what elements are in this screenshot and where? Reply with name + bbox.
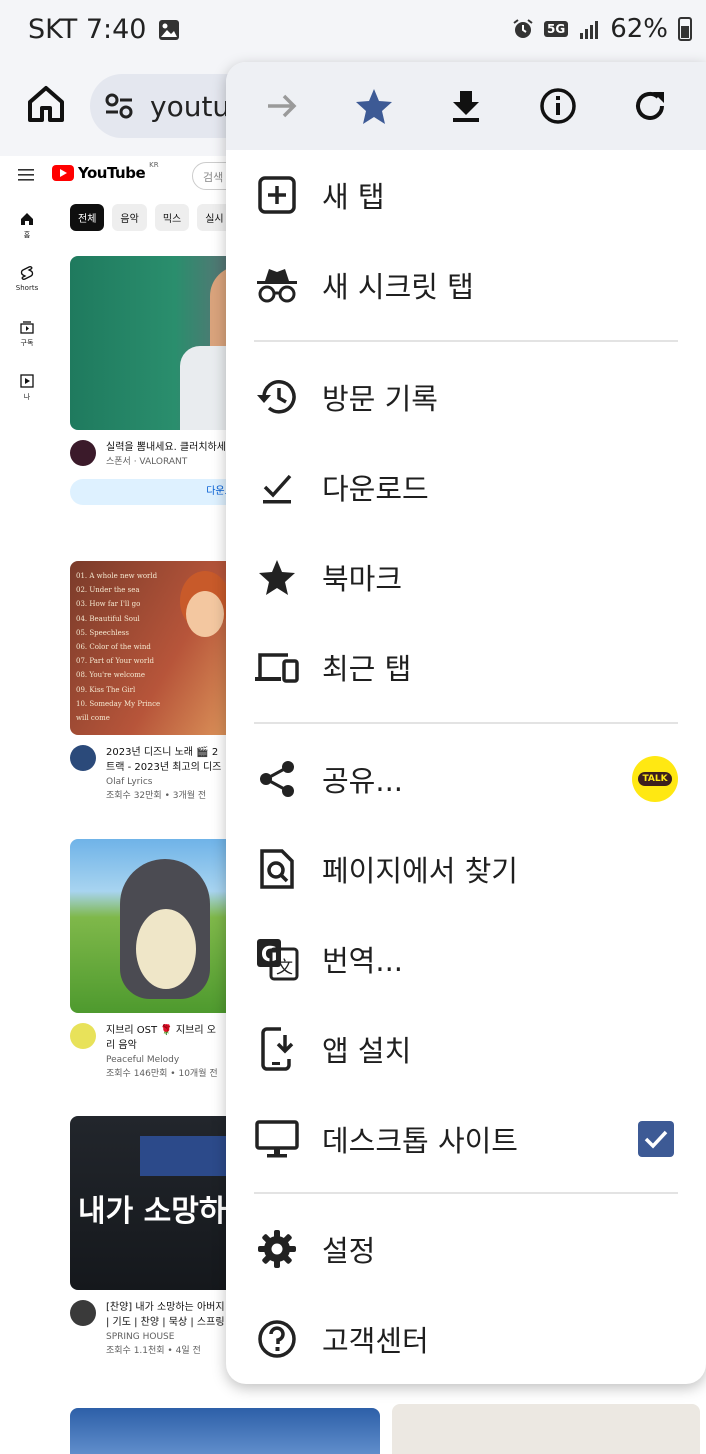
menu-item-desktop-site[interactable]: 데스크톱 사이트 — [226, 1094, 706, 1184]
rail-item-home[interactable]: 홈 — [0, 196, 54, 250]
bookmark-star-icon — [356, 89, 392, 124]
hamburger-icon[interactable] — [18, 168, 34, 182]
download-icon — [453, 91, 479, 122]
bookmark-page-button[interactable] — [350, 82, 398, 130]
youtube-logo[interactable]: YouTube KR — [52, 161, 159, 182]
filter-chips: 전체 음악 믹스 실시 — [70, 204, 232, 231]
history-icon — [254, 374, 300, 420]
reload-button[interactable] — [626, 82, 674, 130]
bookmarks-icon — [254, 554, 300, 600]
video-title[interactable]: 실력을 뽐내세요. 클러치하세요 — [106, 440, 235, 455]
menu-divider — [254, 340, 678, 342]
video-channel: 스폰서 · VALORANT — [106, 457, 188, 467]
downloads-icon — [254, 464, 300, 510]
help-icon — [254, 1316, 300, 1362]
menu-item-settings[interactable]: 설정 — [226, 1204, 706, 1294]
chip-all[interactable]: 전체 — [70, 204, 105, 231]
kakaotalk-share-icon[interactable]: TALK — [632, 756, 678, 802]
forward-icon — [268, 94, 297, 118]
menu-item-downloads[interactable]: 다운로드 — [226, 442, 706, 532]
library-icon — [20, 374, 34, 388]
rail-item-you[interactable]: 나 — [0, 358, 54, 412]
menu-divider — [254, 722, 678, 724]
battery-icon — [678, 17, 692, 41]
network-badge: 5G — [544, 21, 569, 37]
rail-item-subscriptions[interactable]: 구독 — [0, 304, 54, 358]
menu-item-help[interactable]: 고객센터 — [226, 1294, 706, 1384]
video-title[interactable]: [찬양] 내가 소망하는 아버지 — [106, 1300, 225, 1315]
menu-item-install-app[interactable]: 앱 설치 — [226, 1004, 706, 1094]
home-icon — [28, 86, 64, 122]
chip-mix[interactable]: 믹스 — [154, 204, 190, 231]
video-stats: 조회수 1.1천회 • 4일 전 — [106, 1346, 201, 1356]
video-channel: SPRING HOUSE — [106, 1332, 175, 1342]
channel-avatar[interactable] — [70, 1300, 96, 1326]
menu-item-history[interactable]: 방문 기록 — [226, 352, 706, 442]
channel-avatar[interactable] — [70, 440, 96, 466]
menu-item-find-in-page[interactable]: 페이지에서 찾기 — [226, 824, 706, 914]
battery-percent: 62% — [610, 14, 668, 44]
reload-icon — [636, 91, 664, 120]
gallery-notification-icon — [159, 19, 180, 40]
page-info-button[interactable] — [534, 82, 582, 130]
menu-item-bookmarks[interactable]: 북마크 — [226, 532, 706, 622]
video-stats: 조회수 146만회 • 10개월 전 — [106, 1069, 218, 1079]
rail-item-shorts[interactable]: Shorts — [0, 250, 54, 304]
svg-text:G: G — [261, 942, 277, 966]
channel-avatar[interactable] — [70, 1023, 96, 1049]
video-thumbnail[interactable] — [70, 1408, 380, 1454]
find-in-page-icon — [254, 846, 300, 892]
home-icon — [21, 213, 33, 225]
translate-icon: G文 — [254, 936, 300, 982]
video-stats: 조회수 32만회 • 3개월 전 — [106, 791, 207, 801]
menu-action-row — [226, 62, 706, 150]
site-settings-icon[interactable] — [104, 92, 134, 120]
video-title[interactable]: 2023년 디즈니 노래 🎬 2 — [106, 745, 221, 760]
home-button[interactable] — [22, 80, 70, 128]
checkmark-icon — [644, 1130, 668, 1149]
video-channel: Peaceful Melody — [106, 1055, 180, 1065]
settings-icon — [254, 1226, 300, 1272]
carrier-time: SKT 7:40 — [28, 14, 147, 45]
youtube-side-rail: 홈 Shorts 구독 나 — [0, 196, 54, 412]
menu-item-new-incognito-tab[interactable]: 새 시크릿 탭 — [226, 240, 706, 330]
desktop-site-icon — [254, 1116, 300, 1162]
status-bar: SKT 7:40 5G 62% — [0, 0, 706, 62]
new-tab-icon — [254, 172, 300, 218]
info-icon — [540, 88, 576, 124]
alarm-icon — [513, 19, 533, 38]
video-channel: Olaf Lyrics — [106, 777, 153, 787]
share-icon — [254, 756, 300, 802]
video-title[interactable]: 지브리 OST 🌹 지브리 오 — [106, 1023, 218, 1038]
browser-overflow-menu: 새 탭 새 시크릿 탭 방문 기록 다운로드 북마크 최근 탭 공유... TA… — [226, 62, 706, 1384]
desktop-site-checkbox[interactable] — [638, 1121, 674, 1157]
chip-music[interactable]: 음악 — [112, 204, 147, 231]
menu-item-new-tab[interactable]: 새 탭 — [226, 150, 706, 240]
incognito-icon — [254, 262, 300, 308]
menu-item-recent-tabs[interactable]: 최근 탭 — [226, 622, 706, 712]
signal-icon — [580, 21, 599, 39]
recent-tabs-icon — [254, 644, 300, 690]
youtube-play-icon — [52, 165, 74, 181]
channel-avatar[interactable] — [70, 745, 96, 771]
install-app-icon — [254, 1026, 300, 1072]
subscriptions-icon — [20, 321, 34, 334]
shorts-icon — [20, 266, 34, 280]
menu-divider — [254, 1192, 678, 1194]
forward-button[interactable] — [258, 82, 306, 130]
download-page-button[interactable] — [442, 82, 490, 130]
menu-item-translate[interactable]: G文 번역... — [226, 914, 706, 1004]
video-thumbnail[interactable] — [392, 1404, 700, 1454]
url-text[interactable]: youtu — [150, 90, 230, 123]
menu-item-share[interactable]: 공유... TALK — [226, 734, 706, 824]
svg-text:文: 文 — [276, 958, 293, 978]
